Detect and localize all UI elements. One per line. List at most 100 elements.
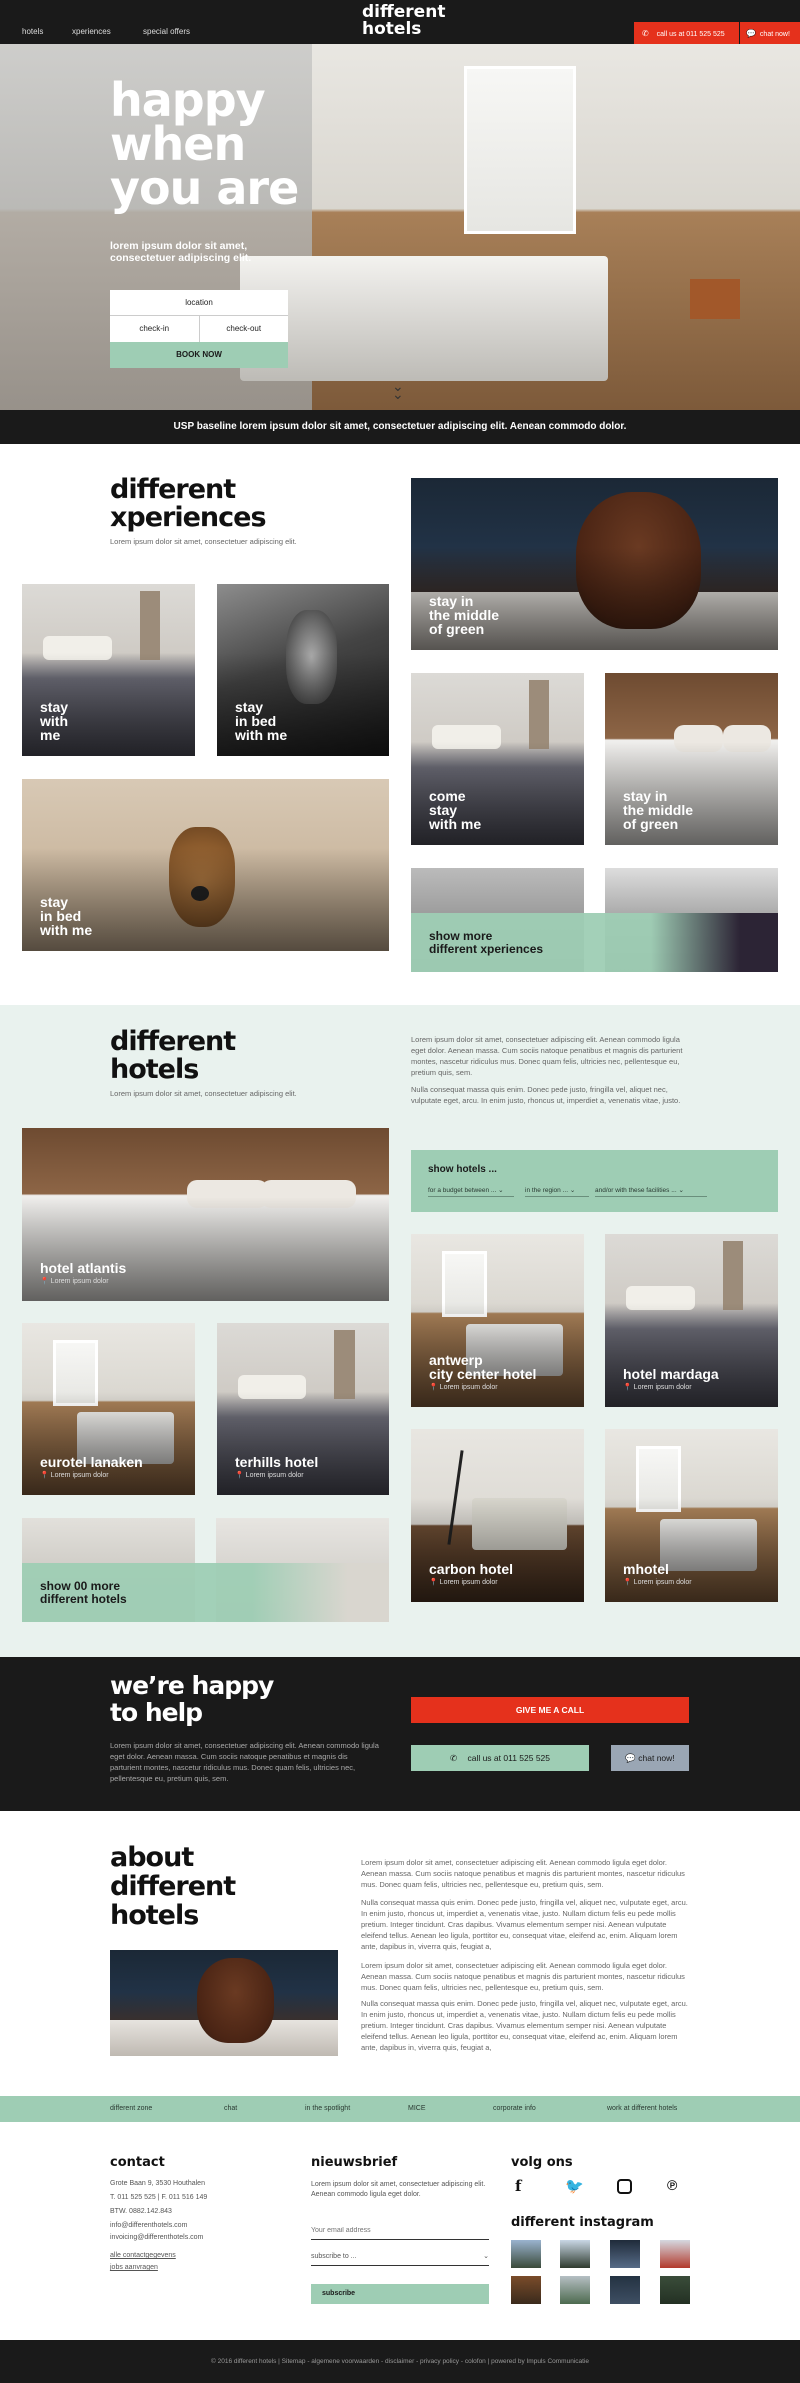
instagram-thumb[interactable] bbox=[511, 2240, 541, 2268]
chat-now-button[interactable]: 💬 chat now! bbox=[740, 22, 800, 44]
xperiences-title: different xperiences bbox=[110, 476, 267, 532]
hotel-card-atlantis[interactable]: hotel atlantis 📍 Lorem ipsum dolor bbox=[22, 1128, 389, 1301]
instagram-thumb[interactable] bbox=[660, 2276, 690, 2304]
subnav-item[interactable]: corporate info bbox=[493, 2105, 536, 2112]
xperience-tile[interactable]: stay in the middle of green bbox=[605, 673, 778, 845]
about-paragraph-1: Lorem ipsum dolor sit amet, consectetuer… bbox=[361, 1858, 685, 1889]
hotel-caption: terhills hotel 📍 Lorem ipsum dolor bbox=[235, 1455, 318, 1481]
nav-item-special-offers[interactable]: special offers bbox=[143, 27, 190, 36]
tile-caption-line: me bbox=[40, 727, 61, 743]
hotel-location: 📍 Lorem ipsum dolor bbox=[429, 1579, 498, 1586]
hotel-caption: antwerp city center hotel 📍 Lorem ipsum do… bbox=[429, 1353, 536, 1393]
newsletter-text: Lorem ipsum dolor sit amet, consectetuer… bbox=[311, 2181, 486, 2198]
hotel-card-antwerp[interactable]: antwerp city center hotel 📍 Lorem ipsum do… bbox=[411, 1234, 584, 1407]
hotel-card-eurotel[interactable]: eurotel lanaken 📍 Lorem ipsum dolor bbox=[22, 1323, 195, 1495]
call-us-button[interactable]: ✆ call us at 011 525 525 bbox=[634, 22, 739, 44]
hotel-card-mardaga[interactable]: hotel mardaga 📍 Lorem ipsum dolor bbox=[605, 1234, 778, 1407]
hotel-location-text: Lorem ipsum dolor bbox=[245, 1472, 304, 1479]
logo[interactable]: different hotels bbox=[362, 4, 445, 38]
hotel-card-terhills[interactable]: terhills hotel 📍 Lorem ipsum dolor bbox=[217, 1323, 389, 1495]
instagram-thumb[interactable] bbox=[660, 2240, 690, 2268]
chevron-down-icon: ⌄ bbox=[483, 2253, 489, 2260]
phone-icon: ✆ bbox=[642, 29, 649, 38]
help-chat-label: chat now! bbox=[638, 1753, 675, 1763]
budget-select[interactable]: for a budget between ... ⌄ bbox=[428, 1186, 514, 1197]
about-title-line-3: hotels bbox=[110, 1900, 199, 1931]
nav-item-xperiences[interactable]: xperiences bbox=[72, 27, 111, 36]
xperience-tile[interactable]: stay in bed with me bbox=[22, 779, 389, 951]
pinterest-icon[interactable]: ℗ bbox=[667, 2177, 677, 2193]
hotel-location-text: Lorem ipsum dolor bbox=[633, 1579, 692, 1586]
checkin-field[interactable]: check-in bbox=[110, 316, 200, 342]
book-now-button[interactable]: BOOK NOW bbox=[110, 342, 288, 368]
show-more-line-2: different xperiences bbox=[429, 942, 544, 956]
hotel-filter: show hotels ... for a budget between ...… bbox=[411, 1150, 778, 1212]
contact-email-invoicing[interactable]: invoicing@differenthotels.com bbox=[110, 2232, 290, 2244]
social-icons: f 🐦 ℗ bbox=[511, 2177, 691, 2197]
location-field[interactable]: location bbox=[110, 290, 288, 316]
subnav-item[interactable]: work at different hotels bbox=[607, 2105, 677, 2112]
xperience-tile[interactable]: stay in bed with me bbox=[217, 584, 389, 756]
hotel-location: 📍 Lorem ipsum dolor bbox=[429, 1384, 498, 1391]
booking-form: location check-in check-out BOOK NOW bbox=[110, 290, 288, 368]
tile-caption-line: of green bbox=[623, 816, 679, 832]
phone-icon: ✆ bbox=[449, 1753, 458, 1763]
instagram-thumb[interactable] bbox=[610, 2276, 640, 2304]
all-contacts-link[interactable]: alle contactgegevens bbox=[110, 2250, 290, 2262]
tile-caption-line: in bed bbox=[235, 713, 277, 729]
hotel-caption: eurotel lanaken 📍 Lorem ipsum dolor bbox=[40, 1455, 143, 1481]
twitter-icon[interactable]: 🐦 bbox=[565, 2177, 584, 2195]
xperience-tile[interactable]: stay in the middle of green bbox=[411, 478, 778, 650]
newsletter-email-input[interactable] bbox=[311, 2222, 489, 2240]
about-title: about different hotels bbox=[110, 1842, 236, 1931]
subnav-item[interactable]: in the spotlight bbox=[305, 2105, 350, 2112]
tile-caption-line: in bed bbox=[40, 908, 82, 924]
tile-caption: stay in the middle of green bbox=[429, 594, 499, 636]
show-more-hotels-line-2: different hotels bbox=[40, 1592, 127, 1606]
subscribe-button[interactable]: subscribe bbox=[311, 2284, 489, 2304]
show-more-xperiences[interactable]: show more different xperiences bbox=[411, 868, 778, 972]
hotel-location: 📍 Lorem ipsum dolor bbox=[623, 1384, 692, 1391]
show-more-hotels[interactable]: show 00 more different hotels bbox=[22, 1518, 389, 1622]
hotels-paragraph-2: Nulla consequat massa quis enim. Donec p… bbox=[411, 1085, 681, 1105]
tile-caption-line: the middle bbox=[623, 802, 694, 818]
hotel-name: terhills hotel bbox=[235, 1454, 319, 1470]
contact-email-info[interactable]: info@differenthotels.com bbox=[110, 2220, 290, 2232]
hotel-card-carbon[interactable]: carbon hotel 📍 Lorem ipsum dolor bbox=[411, 1429, 584, 1602]
instagram-thumb[interactable] bbox=[560, 2276, 590, 2304]
hotel-location: 📍 Lorem ipsum dolor bbox=[623, 1579, 692, 1586]
facilities-select[interactable]: and/or with these facilities ... ⌄ bbox=[595, 1186, 707, 1197]
hotels-title: different hotels bbox=[110, 1028, 236, 1084]
about-title-line-1: about bbox=[110, 1842, 194, 1873]
instagram-thumb[interactable] bbox=[560, 2240, 590, 2268]
help-chat-button[interactable]: 💬 chat now! bbox=[611, 1745, 689, 1771]
subnav-item[interactable]: MICE bbox=[408, 2105, 426, 2112]
subnav-item[interactable]: chat bbox=[224, 2105, 237, 2112]
hotel-location-text: Lorem ipsum dolor bbox=[633, 1384, 692, 1391]
scroll-down-icon[interactable]: ⌄ ⌄ bbox=[392, 379, 404, 401]
help-title-line-1: we’re happy bbox=[110, 1671, 274, 1700]
instagram-thumb[interactable] bbox=[511, 2276, 541, 2304]
subnav-item[interactable]: different zone bbox=[110, 2105, 152, 2112]
region-select[interactable]: in the region ... ⌄ bbox=[525, 1186, 589, 1197]
jobs-link[interactable]: jobs aanvragen bbox=[110, 2262, 290, 2274]
usp-bar: USP baseline lorem ipsum dolor sit amet,… bbox=[0, 410, 800, 444]
hero-tagline: lorem ipsum dolor sit amet, consectetuer… bbox=[110, 240, 251, 264]
nav-item-hotels[interactable]: hotels bbox=[22, 27, 43, 36]
help-call-button[interactable]: ✆ call us at 011 525 525 bbox=[411, 1745, 589, 1771]
hero-tagline-line-1: lorem ipsum dolor sit amet, bbox=[110, 240, 248, 252]
checkout-field[interactable]: check-out bbox=[199, 316, 288, 342]
top-nav: hotels xperiences special offers differe… bbox=[0, 0, 800, 44]
hotel-card-mhotel[interactable]: mhotel 📍 Lorem ipsum dolor bbox=[605, 1429, 778, 1602]
instagram-icon[interactable] bbox=[617, 2179, 632, 2194]
contact-phone: T. 011 525 525 | F. 011 516 149 bbox=[110, 2194, 208, 2201]
hotel-caption: mhotel 📍 Lorem ipsum dolor bbox=[623, 1562, 692, 1588]
help-text: Lorem ipsum dolor sit amet, consectetuer… bbox=[110, 1741, 379, 1783]
facebook-icon[interactable]: f bbox=[515, 2177, 521, 2195]
instagram-thumb[interactable] bbox=[610, 2240, 640, 2268]
xperience-tile[interactable]: stay with me bbox=[22, 584, 195, 756]
instagram-title: different instagram bbox=[511, 2215, 654, 2230]
subscribe-to-select[interactable]: subscribe to ... ⌄ bbox=[311, 2251, 489, 2266]
give-me-a-call-button[interactable]: GIVE ME A CALL bbox=[411, 1697, 689, 1723]
xperience-tile[interactable]: come stay with me bbox=[411, 673, 584, 845]
